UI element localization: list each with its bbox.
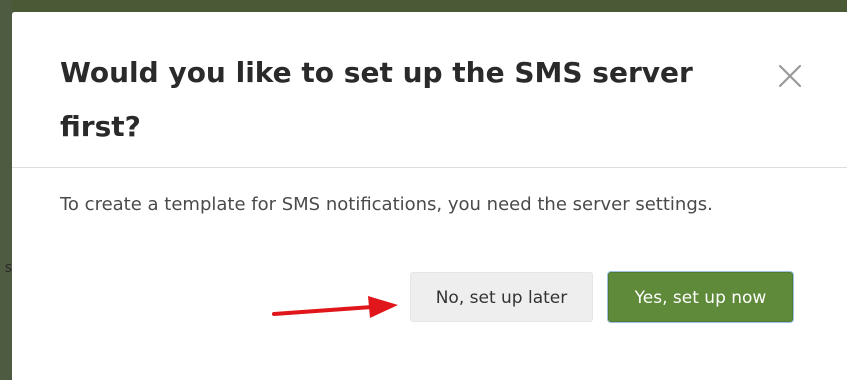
close-icon: [778, 64, 802, 88]
dialog-header: Would you like to set up the SMS server …: [12, 12, 847, 168]
dialog-title: Would you like to set up the SMS server …: [60, 56, 693, 143]
set-up-now-button[interactable]: Yes, set up now: [608, 272, 793, 322]
red-arrow-icon: [272, 296, 398, 318]
sms-server-dialog: Would you like to set up the SMS server …: [12, 12, 847, 380]
close-button[interactable]: [774, 60, 806, 92]
background-text-fragment: s: [4, 260, 12, 276]
background-left-strip: [0, 0, 12, 380]
set-up-later-button[interactable]: No, set up later: [410, 272, 593, 322]
dialog-message: To create a template for SMS notificatio…: [60, 194, 713, 215]
background-header-strip: [0, 0, 847, 12]
